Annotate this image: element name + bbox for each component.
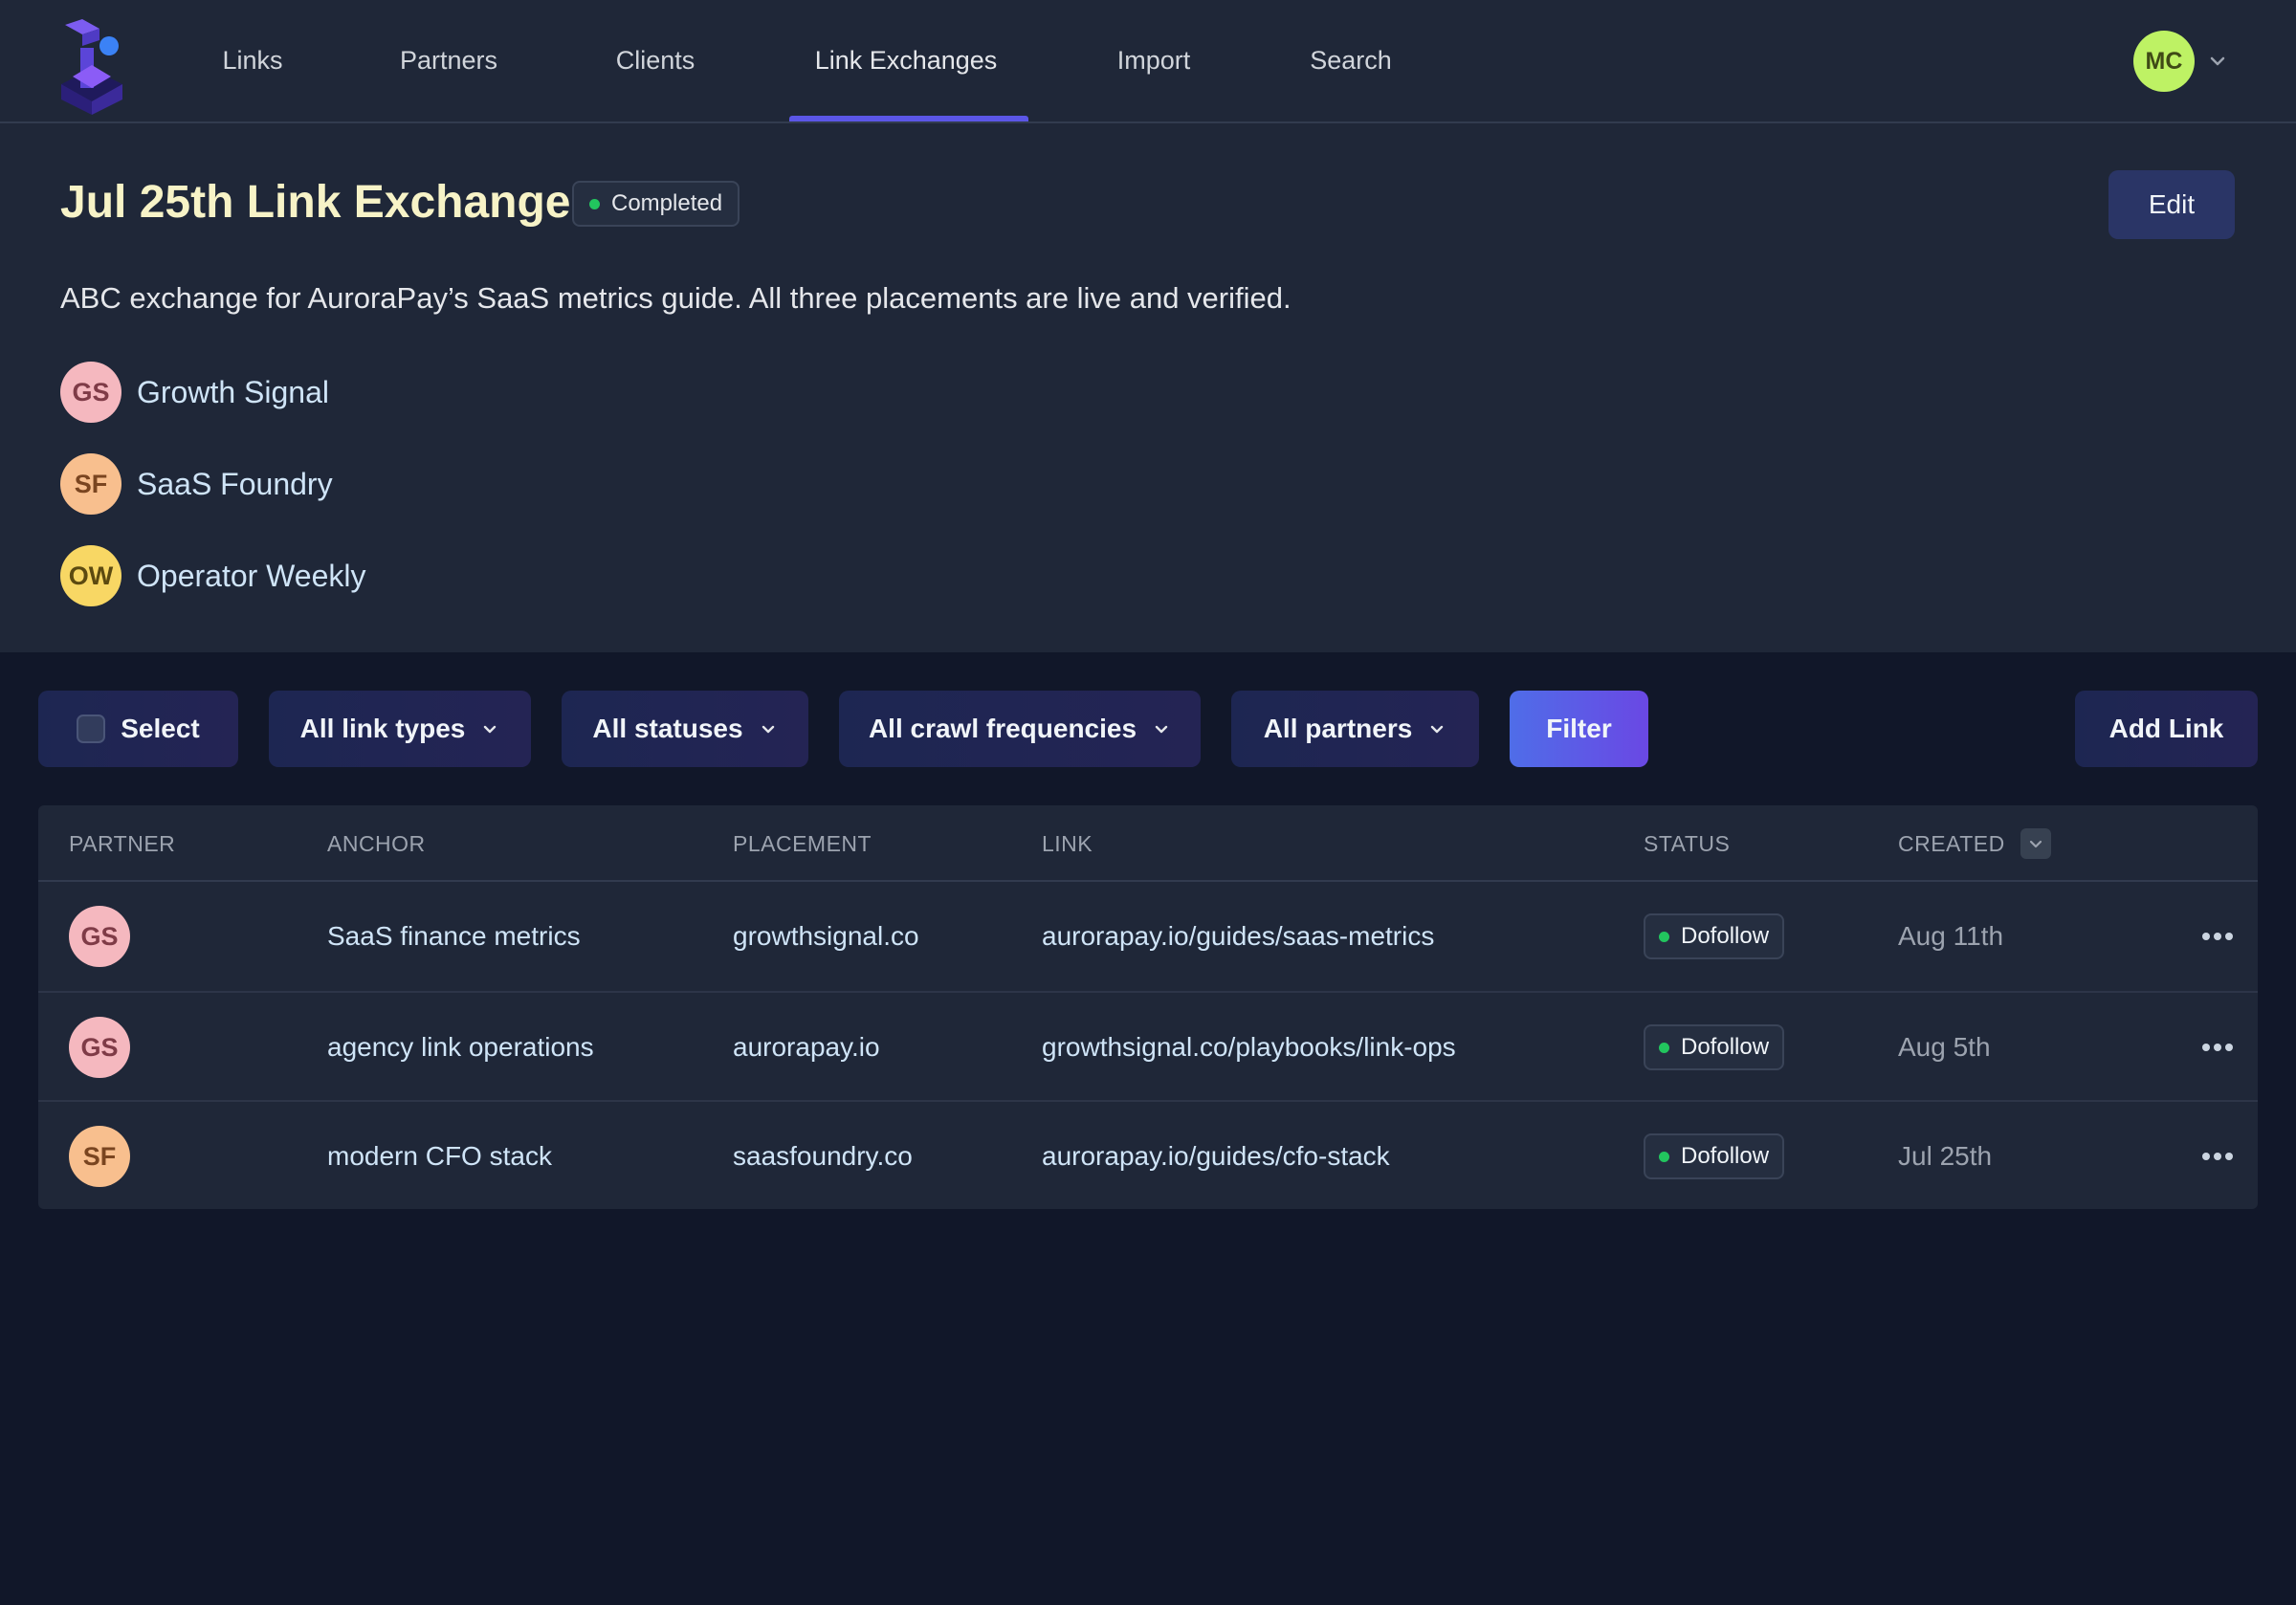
status-label: Dofollow xyxy=(1681,1034,1770,1060)
crawl-frequencies-label: All crawl frequencies xyxy=(868,714,1137,743)
link-cell[interactable]: aurorapay.io/guides/cfo-stack xyxy=(1042,1102,1390,1209)
avatar: GS xyxy=(69,1017,130,1078)
partners-filter-label: All partners xyxy=(1263,714,1413,743)
sort-toggle[interactable] xyxy=(2020,828,2051,859)
nav-clients[interactable]: Clients xyxy=(599,0,712,121)
status-badge: Dofollow xyxy=(1644,913,1785,959)
created-cell: Jul 25th xyxy=(1898,1141,1993,1171)
status-badge: Dofollow xyxy=(1644,1024,1785,1070)
user-avatar[interactable]: MC xyxy=(2133,31,2195,92)
partners-dropdown[interactable]: All partners xyxy=(1231,691,1479,767)
more-options-icon[interactable] xyxy=(2198,1147,2237,1166)
status-label: Completed xyxy=(611,190,723,216)
links-table: PARTNER ANCHOR PLACEMENT LINK STATUS CRE… xyxy=(38,805,2258,1209)
statuses-dropdown[interactable]: All statuses xyxy=(562,691,808,767)
status-badge: Completed xyxy=(572,181,740,227)
nav-search[interactable]: Search xyxy=(1297,0,1404,121)
add-link-button[interactable]: Add Link xyxy=(2075,691,2258,767)
crawl-frequencies-dropdown[interactable]: All crawl frequencies xyxy=(839,691,1201,767)
avatar: GS xyxy=(60,362,121,423)
status-dot-icon xyxy=(589,198,600,209)
more-options-icon[interactable] xyxy=(2198,927,2237,946)
select-checkbox[interactable] xyxy=(77,715,106,743)
top-navigation: Links Partners Clients Link Exchanges Im… xyxy=(0,0,2296,123)
partner-operator-weekly[interactable]: OW Operator Weekly xyxy=(60,545,366,606)
avatar: SF xyxy=(60,453,121,515)
partner-saas-foundry[interactable]: SF SaaS Foundry xyxy=(60,453,333,515)
avatar: OW xyxy=(60,545,121,606)
column-header-link: LINK xyxy=(1042,830,1093,856)
column-header-placement: PLACEMENT xyxy=(733,830,872,856)
partner-name: Growth Signal xyxy=(137,374,329,409)
chevron-down-icon xyxy=(484,725,497,734)
active-tab-indicator xyxy=(789,116,1028,121)
table-row[interactable]: GS agency link operations aurorapay.io g… xyxy=(38,993,2258,1102)
anchor-cell: SaaS finance metrics xyxy=(327,921,581,951)
partner-growth-signal[interactable]: GS Growth Signal xyxy=(60,362,329,423)
anchor-cell: modern CFO stack xyxy=(327,1141,552,1171)
table-header: PARTNER ANCHOR PLACEMENT LINK STATUS CRE… xyxy=(38,805,2258,882)
created-cell: Aug 5th xyxy=(1898,1032,1991,1062)
avatar: SF xyxy=(69,1126,130,1187)
more-options-icon[interactable] xyxy=(2198,1038,2237,1057)
placement-cell: saasfoundry.co xyxy=(733,1141,913,1171)
page-title: Jul 25th Link Exchange xyxy=(60,177,571,228)
status-badge: Dofollow xyxy=(1644,1133,1785,1179)
column-header-status: STATUS xyxy=(1644,830,1731,856)
status-dot-icon xyxy=(1659,1151,1669,1162)
filter-button[interactable]: Filter xyxy=(1510,691,1648,767)
status-dot-icon xyxy=(1659,1042,1669,1053)
chevron-down-icon xyxy=(762,725,774,734)
nav-import[interactable]: Import xyxy=(1098,0,1209,121)
created-cell: Aug 11th xyxy=(1898,921,2004,951)
chevron-down-icon[interactable] xyxy=(2206,50,2229,73)
chevron-down-icon xyxy=(1155,725,1168,734)
nav-partners[interactable]: Partners xyxy=(385,0,513,121)
statuses-label: All statuses xyxy=(592,714,743,743)
select-button[interactable]: Select xyxy=(38,691,238,767)
link-cell[interactable]: growthsignal.co/playbooks/link-ops xyxy=(1042,993,1456,1102)
placement-cell: growthsignal.co xyxy=(733,921,919,951)
partner-name: Operator Weekly xyxy=(137,558,366,593)
status-dot-icon xyxy=(1659,931,1669,942)
select-label: Select xyxy=(121,714,200,743)
exchange-description: ABC exchange for AuroraPay’s SaaS metric… xyxy=(60,281,1292,315)
chevron-down-icon xyxy=(1431,725,1444,734)
created-header-label: CREATED xyxy=(1898,830,2005,856)
placement-cell: aurorapay.io xyxy=(733,1032,880,1062)
nav-link-exchanges[interactable]: Link Exchanges xyxy=(798,0,1014,121)
link-cell[interactable]: aurorapay.io/guides/saas-metrics xyxy=(1042,882,1434,991)
partner-name: SaaS Foundry xyxy=(137,466,333,501)
status-label: Dofollow xyxy=(1681,1143,1770,1169)
column-header-partner: PARTNER xyxy=(69,830,176,856)
link-types-dropdown[interactable]: All link types xyxy=(269,691,531,767)
status-label: Dofollow xyxy=(1681,923,1770,949)
anchor-cell: agency link operations xyxy=(327,1032,594,1062)
link-types-label: All link types xyxy=(299,714,466,743)
edit-button[interactable]: Edit xyxy=(2108,170,2235,239)
avatar: GS xyxy=(69,906,130,967)
column-header-anchor: ANCHOR xyxy=(327,830,426,856)
table-row[interactable]: GS SaaS finance metrics growthsignal.co … xyxy=(38,882,2258,991)
chevron-down-icon xyxy=(2029,840,2042,848)
exchange-header: Jul 25th Link Exchange Completed Edit AB… xyxy=(0,123,2296,652)
column-header-created: CREATED xyxy=(1898,805,2051,882)
logo-icon[interactable] xyxy=(57,19,126,115)
table-row[interactable]: SF modern CFO stack saasfoundry.co auror… xyxy=(38,1102,2258,1209)
nav-links[interactable]: Links xyxy=(205,0,300,121)
